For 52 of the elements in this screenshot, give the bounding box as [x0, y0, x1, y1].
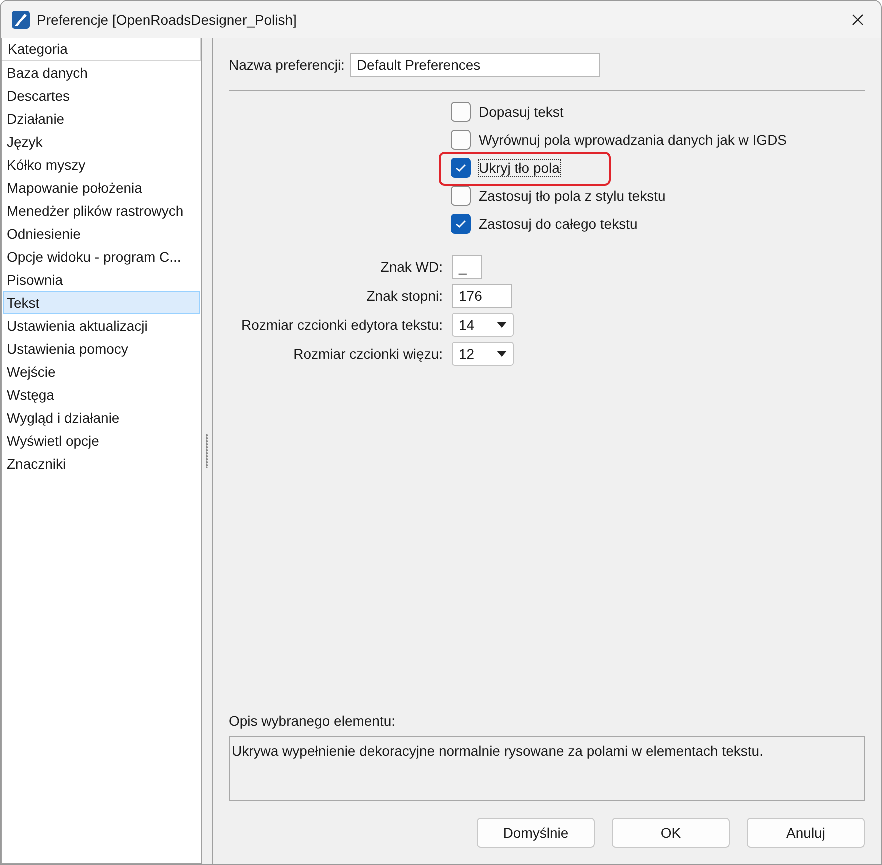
caret-icon [497, 322, 507, 328]
field-label: Znak stopni: [366, 288, 443, 304]
category-item[interactable]: Pisownia [3, 268, 200, 291]
checkbox[interactable] [451, 186, 471, 206]
category-item[interactable]: Mapowanie położenia [3, 176, 200, 199]
category-item[interactable]: Kółko myszy [3, 153, 200, 176]
dialog-button[interactable]: Anuluj [747, 818, 865, 848]
checkbox[interactable] [451, 158, 471, 178]
checkbox[interactable] [451, 102, 471, 122]
description-box: Ukrywa wypełnienie dekoracyjne normalnie rysowane za polami w elementach tekstu. [229, 736, 865, 801]
column-header: Kategoria [2, 38, 201, 61]
field-label: Nazwa preferencji: [229, 57, 345, 73]
dropdown[interactable]: 12 [452, 342, 514, 366]
category-item[interactable]: Ustawienia pomocy [3, 337, 200, 360]
checkbox-label: Wyrównuj pola wprowadzania danych jak w IGDS [479, 132, 788, 148]
category-item[interactable]: Wygląd i działanie [3, 406, 200, 429]
check-icon [455, 163, 467, 173]
category-item[interactable]: Odniesienie [3, 222, 200, 245]
caret-icon [497, 351, 507, 357]
input-field[interactable]: 176 [452, 284, 512, 308]
checkbox-label: Ukryj tło pola [479, 160, 560, 176]
checkbox-label: Zastosuj tło pola z stylu tekstu [479, 188, 666, 204]
input-field[interactable]: Default Preferences [350, 53, 600, 77]
category-item[interactable]: Opcje widoku - program C... [3, 245, 200, 268]
checkbox[interactable] [451, 214, 471, 234]
field-label: Rozmiar czcionki edytora tekstu: [240, 317, 443, 333]
check-icon [455, 219, 467, 229]
field-label: Znak WD: [380, 259, 443, 275]
window-title: Preferencje [OpenRoadsDesigner_Polish] [37, 12, 298, 28]
checkbox-label: Zastosuj do całego tekstu [479, 216, 638, 232]
category-item[interactable]: Wstęga [3, 383, 200, 406]
dialog-button[interactable]: OK [612, 818, 730, 848]
category-item[interactable]: Menedżer plików rastrowych [3, 199, 200, 222]
category-item[interactable]: Wyświetl opcje [3, 429, 200, 452]
checkbox[interactable] [451, 130, 471, 150]
category-item[interactable]: Język [3, 130, 200, 153]
category-item[interactable]: Znaczniki [3, 452, 200, 475]
close-icon [852, 14, 864, 26]
app-icon [11, 10, 31, 30]
dropdown[interactable]: 14 [452, 313, 514, 337]
dialog-button[interactable]: Domyślnie [477, 818, 595, 848]
field-label: Rozmiar czcionki więzu: [292, 346, 443, 362]
category-item[interactable]: Tekst [3, 291, 200, 314]
category-item[interactable]: Baza danych [3, 61, 200, 84]
category-item[interactable]: Działanie [3, 107, 200, 130]
checkbox-label: Dopasuj tekst [479, 104, 564, 120]
input-field[interactable]: _ [452, 255, 482, 279]
splitter-handle[interactable] [206, 434, 208, 468]
description-label: Opis wybranego elementu: [229, 713, 397, 729]
category-item[interactable]: Ustawienia aktualizacji [3, 314, 200, 337]
category-item[interactable]: Wejście [3, 360, 200, 383]
category-item[interactable]: Descartes [3, 84, 200, 107]
